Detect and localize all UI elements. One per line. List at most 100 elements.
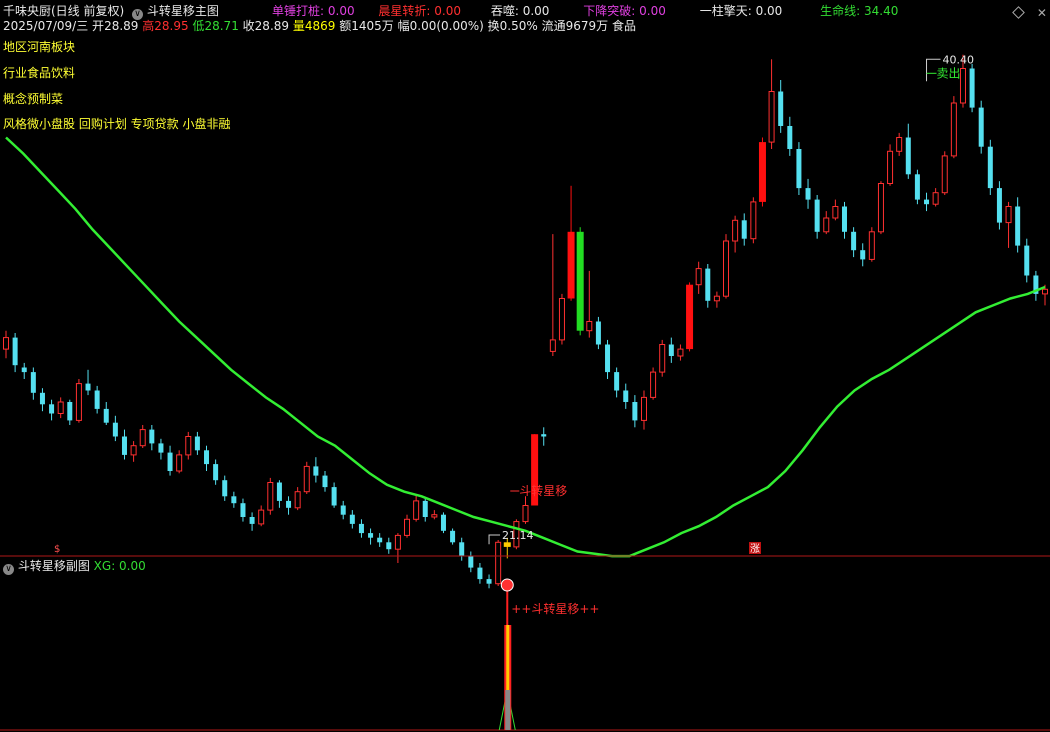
- candle-body: [832, 206, 839, 219]
- candle-body: [3, 337, 9, 350]
- candle-body: [440, 514, 446, 531]
- candle-body: [486, 579, 492, 584]
- sub-chart-header: ∨ 斗转星移副图 XG: 0.00: [3, 558, 146, 575]
- candle-body: [185, 436, 192, 456]
- candle-body: [896, 137, 903, 152]
- candle-body: [887, 150, 894, 185]
- candle-body: [249, 517, 255, 524]
- candle-body: [213, 464, 219, 481]
- candle-body: [860, 250, 866, 260]
- candle-body: [1042, 288, 1048, 295]
- candle-body: [950, 102, 957, 157]
- candle-body: [768, 91, 775, 143]
- candle-body: [713, 295, 720, 302]
- candle-body: [750, 201, 757, 240]
- candle-body: [614, 372, 620, 391]
- candle-body: [422, 500, 428, 517]
- candle-body: [94, 390, 100, 409]
- candle-body: [640, 396, 647, 421]
- signal-ball-icon: [500, 578, 514, 592]
- candle-body: [978, 107, 984, 147]
- candle-body: [286, 500, 292, 508]
- candle-body: [75, 383, 82, 421]
- candle-body: [130, 445, 137, 456]
- candle-body: [841, 206, 847, 232]
- candle-body: [941, 155, 948, 194]
- candle-body: [139, 429, 146, 447]
- candle-body: [176, 454, 183, 472]
- candle-body: [567, 231, 575, 299]
- dollar-marker: $: [54, 544, 60, 555]
- signal-bar-base: [505, 690, 511, 730]
- candle-body: [677, 348, 684, 357]
- xg-value: XG: 0.00: [93, 559, 146, 573]
- candle-body: [67, 402, 73, 421]
- candle-body: [541, 434, 547, 437]
- sub-chart-title[interactable]: 斗转星移副图: [18, 559, 90, 573]
- chart-canvas[interactable]: 40.40卖出 21.14 斗转星移 $ 涨 ++斗转星移++: [0, 0, 1050, 732]
- candle-body: [522, 505, 529, 523]
- candle-body: [12, 337, 18, 366]
- candle-body: [331, 487, 337, 506]
- candle-body: [969, 68, 975, 108]
- sub-signal-label: ++斗转星移++: [511, 601, 599, 616]
- candle-body: [313, 466, 319, 476]
- candle-body: [932, 192, 939, 205]
- candle-body: [57, 401, 64, 414]
- candle-body: [30, 372, 36, 393]
- candle-body: [459, 542, 465, 557]
- candle-body: [605, 344, 611, 373]
- candle-body: [358, 523, 364, 534]
- candle-body: [276, 482, 282, 501]
- candle-body: [778, 91, 784, 126]
- candle-body: [267, 482, 274, 511]
- candle-body: [386, 542, 392, 550]
- candle-body: [796, 149, 802, 189]
- candle-body: [686, 284, 694, 350]
- main-chart: 40.40卖出 21.14 斗转星移 $ 涨: [3, 53, 1048, 589]
- candle-body: [914, 174, 920, 200]
- candle-body: [851, 231, 857, 251]
- candle-body: [495, 541, 502, 585]
- rise-marker: 涨: [750, 543, 760, 555]
- candle-body: [924, 199, 930, 205]
- candle-body: [167, 452, 173, 471]
- candle-body: [222, 480, 228, 497]
- candle-body: [322, 475, 328, 488]
- candle-body: [549, 339, 556, 352]
- candle-body: [1015, 206, 1021, 246]
- candle-body: [823, 217, 830, 233]
- candle-body: [303, 465, 310, 493]
- candle-body: [450, 530, 456, 543]
- candle-body: [659, 344, 666, 373]
- candle-body: [468, 556, 474, 568]
- candle-body: [240, 503, 246, 517]
- signal-bar-inner: [506, 625, 510, 690]
- candle-body: [368, 533, 374, 538]
- candle-body: [112, 422, 118, 437]
- candle-body: [558, 298, 565, 341]
- dropdown-icon[interactable]: ∨: [3, 564, 14, 575]
- candle-body: [85, 383, 91, 391]
- candle-body: [868, 231, 875, 260]
- candle-body: [814, 199, 820, 232]
- candle-body: [1005, 206, 1012, 224]
- candle-body: [404, 518, 411, 536]
- low-price-label: 21.14: [502, 529, 533, 542]
- candle-body: [294, 491, 301, 509]
- candle-body: [149, 429, 155, 444]
- candle-body: [1024, 245, 1030, 276]
- candle-body: [231, 496, 237, 504]
- sub-chart: ++斗转星移++: [498, 578, 600, 731]
- candle-body: [595, 321, 601, 345]
- candle-body: [996, 188, 1002, 223]
- candle-body: [39, 392, 45, 405]
- candle-body: [349, 514, 355, 524]
- candle-body: [503, 542, 511, 547]
- candle-body: [623, 390, 629, 402]
- sell-label: 卖出: [937, 66, 961, 80]
- candle-body: [158, 443, 164, 453]
- candle-body: [650, 371, 657, 398]
- candle-body: [103, 408, 109, 423]
- candle-body: [695, 268, 702, 286]
